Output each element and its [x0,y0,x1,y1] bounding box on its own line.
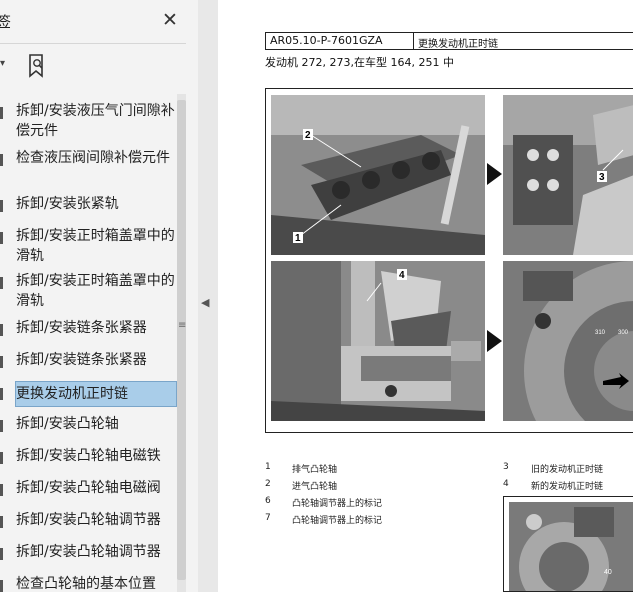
engine-photo-4: 310 300 [503,261,633,421]
legend-number: 4 [503,479,509,489]
legend-text: 进气凸轮轴 [292,482,338,492]
legend-text: 凸轮轴调节器上的标记 [292,516,383,526]
bookmark-search-icon[interactable] [27,54,47,78]
scale-label-40: 40 [604,569,612,576]
legend-number: 6 [265,496,271,506]
bookmark-label: 拆卸/安装凸轮轴电磁阀 [16,480,161,496]
engine-photo-4-image: 310 300 [503,261,633,421]
engine-photo-3: 4 [271,261,485,421]
doc-header-table: AR05.10-P-7601GZA 更换发动机正时链 [265,32,633,50]
bookmark-item[interactable]: 拆卸/安装张紧轨 [0,194,178,214]
bookmark-label: 拆卸/安装链条张紧器 [16,320,147,336]
bookmark-marker-icon [0,516,3,528]
engine-photo-2: 3 [503,95,633,255]
options-dropdown-icon[interactable]: ▾ [0,58,5,69]
bookmark-marker-icon [0,420,3,432]
legend-text: 新的发动机正时链 [531,482,604,492]
bookmark-item[interactable]: 拆卸/安装链条张紧器 [0,350,178,370]
legend-text: 旧的发动机正时链 [531,465,604,475]
bookmarks-panel: 签 ✕ ▾ 拆卸/安装液压气门间隙补偿元件 检查液压阀间隙补偿元件 拆卸/安装张… [0,0,198,592]
bookmark-item[interactable]: 拆卸/安装凸轮轴电磁阀 [0,478,178,498]
bookmark-marker-icon [0,154,3,166]
bookmark-marker-icon [0,277,3,289]
bookmark-item[interactable]: 拆卸/安装凸轮轴 [0,414,178,434]
bookmark-label: 拆卸/安装链条张紧器 [16,352,147,368]
callout-3: 3 [599,172,605,183]
bookmark-item[interactable]: 拆卸/安装正时箱盖罩中的滑轨 [0,271,178,311]
engine-photo-3-image: 4 [271,261,485,421]
engine-photo-1-image: 2 1 [271,95,485,255]
engine-photo-5-image: 40 [509,502,633,591]
bookmark-label: 检查凸轮轴的基本位置 [16,576,156,592]
legend-number: 1 [265,462,271,472]
bookmark-item[interactable]: 拆卸/安装凸轮轴调节器 [0,510,178,530]
figure-panel: 2 1 3 4 310 300 [265,88,633,433]
bookmark-label: 拆卸/安装凸轮轴 [16,416,119,432]
bookmark-marker-icon [0,580,3,592]
document-page: AR05.10-P-7601GZA 更换发动机正时链 发动机 272, 273,… [218,0,633,592]
legend-number: 2 [265,479,271,489]
callout-4: 4 [399,270,405,281]
bookmark-label: 更换发动机正时链 [15,381,177,407]
bookmark-item[interactable]: 拆卸/安装液压气门间隙补偿元件 [0,101,178,141]
bookmark-marker-icon [0,484,3,496]
bookmark-item[interactable]: 检查凸轮轴的基本位置 [0,574,178,592]
bookmark-marker-icon [0,107,3,119]
bookmark-label: 拆卸/安装凸轮轴调节器 [16,544,161,560]
bookmark-item[interactable]: 拆卸/安装凸轮轴调节器 [0,542,178,562]
bookmark-item-selected[interactable]: 更换发动机正时链 [0,381,178,408]
legend-text: 排气凸轮轴 [292,465,338,475]
bookmark-item[interactable]: 检查液压阀间隙补偿元件 [0,148,178,188]
scale-label-310: 310 [595,330,606,336]
bookmark-marker-icon [0,324,3,336]
engine-applicability: 发动机 272, 273,在车型 164, 251 中 [265,56,454,69]
scrollbar-thumb[interactable] [177,100,186,580]
engine-photo-2-image: 3 [503,95,633,255]
legend-number: 3 [503,462,509,472]
legend-number: 7 [265,513,271,523]
collapse-panel-icon[interactable]: ◀ [201,296,209,309]
bookmark-label: 拆卸/安装凸轮轴调节器 [16,512,161,528]
bookmark-marker-icon [0,452,3,464]
doc-title: 更换发动机正时链 [418,39,498,50]
scrollbar-grip-icon: ≡ [178,320,187,331]
bookmark-item[interactable]: 拆卸/安装正时箱盖罩中的滑轨 [0,226,178,266]
bookmark-label: 拆卸/安装正时箱盖罩中的滑轨 [16,228,175,264]
bookmark-label: 拆卸/安装正时箱盖罩中的滑轨 [16,273,175,309]
header-divider [413,33,414,49]
step-arrow-icon [487,330,502,352]
bookmark-label: 拆卸/安装张紧轨 [16,196,119,212]
panel-title: 签 [0,13,12,31]
engine-photo-5: 40 [503,496,633,592]
bookmark-list: 拆卸/安装液压气门间隙补偿元件 检查液压阀间隙补偿元件 拆卸/安装张紧轨 拆卸/… [0,94,178,592]
bookmark-marker-icon [0,232,3,244]
step-arrow-icon [487,163,502,185]
callout-2: 2 [305,130,311,141]
bookmark-marker-icon [0,548,3,560]
bookmark-label: 拆卸/安装液压气门间隙补偿元件 [16,103,175,139]
bookmark-marker-icon [0,388,3,400]
scale-label-300: 300 [618,330,629,336]
bookmark-label: 检查液压阀间隙补偿元件 [16,150,170,166]
callout-1: 1 [295,233,301,244]
bookmark-item[interactable]: 拆卸/安装凸轮轴电磁铁 [0,446,178,466]
bookmark-label: 拆卸/安装凸轮轴电磁铁 [16,448,161,464]
engine-photo-1: 2 1 [271,95,485,255]
bookmark-marker-icon [0,200,3,212]
panel-divider [0,43,186,44]
close-icon[interactable]: ✕ [162,9,178,31]
bookmark-item[interactable]: 拆卸/安装链条张紧器 [0,318,178,338]
legend-text: 凸轮轴调节器上的标记 [292,499,383,509]
bookmark-marker-icon [0,356,3,368]
doc-code: AR05.10-P-7601GZA [270,34,383,47]
